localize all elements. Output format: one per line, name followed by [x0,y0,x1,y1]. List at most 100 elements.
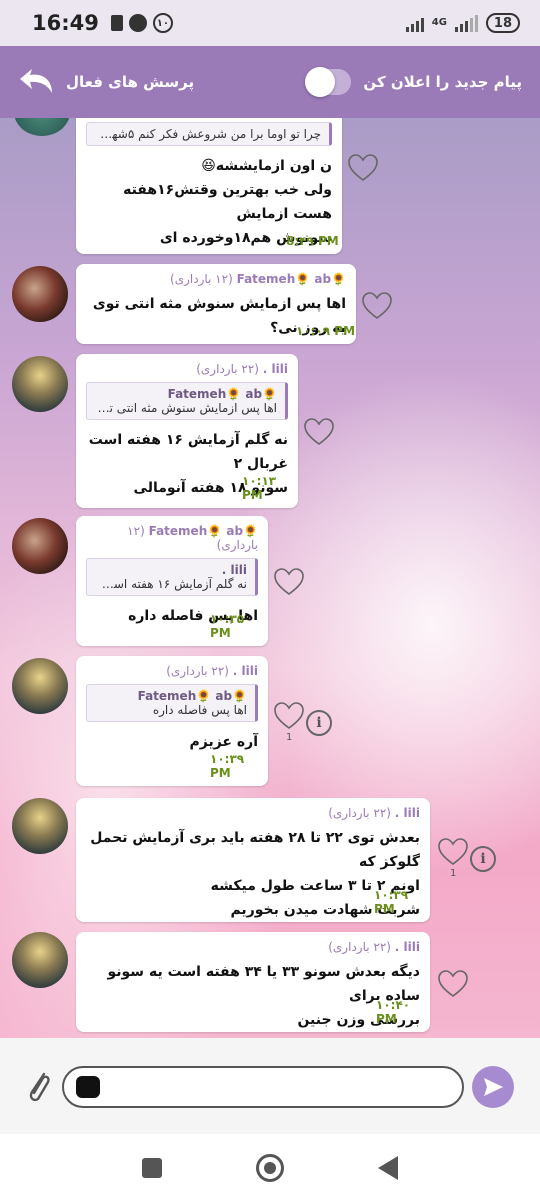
status-icons: ۱۰ [110,13,173,33]
toggle-knob [305,67,336,97]
message-time: ۱۰:۰۹ PM [296,324,356,338]
reply-name: lili . [221,563,247,577]
info-icon[interactable]: i [470,846,496,872]
sender-name: lili . [232,664,258,678]
reply-text: چرا تو اوما برا من شروعش فکر کنم ۵شهریور… [95,127,321,141]
message-bubble[interactable]: lili . (۲۲ بارداری) 🌻Fatemeh🌻 ab اها پس … [76,656,268,786]
active-questions-label[interactable]: پرسش های فعال [66,73,194,91]
sender-label[interactable]: lili . (۲۲ بارداری) [86,362,288,376]
notify-label: پیام جدید را اعلان کن [363,73,522,91]
message-time: ۱۰:۳۹ PM [210,752,245,780]
message-text: آره عزیزم [86,730,259,754]
reply-text: نه گلم آزمایش ۱۶ هفته است غربا... [95,577,247,591]
sender-meta: (۲۲ بارداری) [328,806,391,820]
message-bubble[interactable]: 🌻Fatemeh🌻 ab (۱۲ بارداری) اها پس ازمایش … [76,264,356,344]
reply-preview[interactable]: 🌻Fatemeh🌻 ab اها پس فاصله داره [86,684,258,722]
message-bubble[interactable]: lili . (۲۲ بارداری) بعدش توی ۲۲ تا ۲۸ هف… [76,798,430,922]
heart-icon[interactable] [438,970,468,998]
reply-preview[interactable]: lili . نه گلم آزمایش ۱۶ هفته است غربا... [86,558,258,596]
message-time: ۱۰:۴۰ PM [376,998,411,1026]
signal-icon [405,14,424,32]
status-bar: 16:49 ۱۰ 4G 18 [0,0,540,46]
reply-preview[interactable]: 🌻Fatemeh🌻 ab اها پس ازمایش سنوش مثه انتی… [86,382,288,420]
sender-label[interactable]: lili . (۲۲ بارداری) [86,664,258,678]
recents-button[interactable] [142,1158,162,1178]
sender-name: 🌻Fatemeh🌻 ab [148,524,258,538]
sender-label[interactable]: 🌻Fatemeh🌻 ab (۱۲ بارداری) [86,272,346,286]
avatar[interactable] [12,266,68,322]
sticker-icon[interactable] [76,1076,100,1098]
reply-text: اها پس ازمایش سنوش مثه انتی توی ی... [95,401,277,415]
heart-icon[interactable] [438,838,468,866]
avatar[interactable] [12,798,68,854]
avatar[interactable] [12,518,68,574]
notification-badge-icon: ۱۰ [152,13,173,33]
heart-icon[interactable] [274,568,304,596]
heart-icon[interactable] [274,702,304,730]
avatar[interactable] [14,118,70,136]
chat-header: پرسش های فعال پیام جدید را اعلان کن [0,46,540,118]
network-type: 4G [431,17,447,28]
message-time: ۱۰:۳۵ PM [210,612,245,640]
reply-name: 🌻Fatemeh🌻 ab [167,387,277,401]
message-line: ولی خب بهترین وقتش۱۶هفته هست ازمایش [123,182,332,222]
message-bubble[interactable]: lili . (۲۲ بارداری) 🌻Fatemeh🌻 ab اها پس … [76,354,298,508]
message-text: دیگه بعدش سونو ۳۳ یا ۳۴ هفته است یه سونو… [86,960,421,1032]
message-line: اونم ۲ تا ۳ ساعت طول میکشه [210,878,420,894]
message-line: ن اون ازمایششه😆 [201,158,332,174]
send-icon [484,1078,503,1096]
composer [0,1038,540,1134]
heart-icon[interactable] [362,292,392,320]
like-count: 1 [286,732,293,743]
back-arrow-icon[interactable] [18,67,58,97]
message-bubble[interactable]: 🌻Fatemeh🌻 ab (۱۲ بارداری) lili . نه گلم … [76,516,268,646]
info-icon[interactable]: i [306,710,332,736]
message-line: بعدش توی ۲۲ تا ۲۸ هفته باید بری آزمایش ت… [90,830,420,870]
heart-icon[interactable] [348,154,378,182]
back-button[interactable] [378,1156,398,1180]
send-button[interactable] [472,1066,514,1108]
sender-name: lili . [394,806,420,820]
status-time: 16:49 [32,11,99,35]
reply-preview[interactable]: چرا تو اوما برا من شروعش فکر کنم ۵شهریور… [86,122,332,146]
sender-meta: (۱۲ بارداری) [170,272,233,286]
sender-name: 🌻Fatemeh🌻 ab [236,272,346,286]
sender-label[interactable]: lili . (۲۲ بارداری) [86,806,420,820]
sender-name: lili . [262,362,288,376]
status-right: 4G 18 [405,13,520,33]
message-line: شربت شهادت میدن بخوریم [230,902,420,918]
mute-icon [128,14,147,32]
reply-text: اها پس فاصله داره [152,703,247,717]
battery-icon: 18 [485,13,520,33]
sender-label[interactable]: 🌻Fatemeh🌻 ab (۱۲ بارداری) [86,524,258,552]
message-time: ۱۰:۳۹ PM [374,888,409,916]
message-bubble[interactable]: lili . (۲۲ بارداری) دیگه بعدش سونو ۳۳ یا… [76,932,430,1032]
message-bubble[interactable]: چرا تو اوما برا من شروعش فکر کنم ۵شهریور… [76,118,342,254]
message-line: نه گلم آزمایش ۱۶ هفته است غربال ۲ [88,432,288,472]
avatar[interactable] [12,932,68,988]
chat-area[interactable]: چرا تو اوما برا من شروعش فکر کنم ۵شهریور… [0,118,540,1038]
message-text: بعدش توی ۲۲ تا ۲۸ هفته باید بری آزمایش ت… [86,826,420,922]
signal-2-icon [454,14,478,32]
message-line: آره عزیزم [189,734,259,750]
message-time: 8:۴۹ PM [286,234,339,248]
avatar[interactable] [12,658,68,714]
sender-name: lili . [394,940,420,954]
sender-meta: (۲۲ بارداری) [196,362,259,376]
avatar[interactable] [12,356,68,412]
heart-icon[interactable] [304,418,334,446]
system-nav-bar [0,1134,540,1200]
sender-meta: (۲۲ بارداری) [328,940,391,954]
notify-toggle[interactable] [305,67,352,97]
paperclip-icon[interactable] [24,1066,54,1106]
message-line: دیگه بعدش سونو ۳۳ یا ۳۴ هفته است یه سونو… [107,964,421,1004]
message-line: بررسی وزن جنین [297,1012,420,1028]
sim-icon [110,15,123,31]
sender-meta: (۲۲ بارداری) [166,664,229,678]
message-input[interactable] [62,1066,464,1108]
like-count: 1 [450,868,457,879]
sender-label[interactable]: lili . (۲۲ بارداری) [86,940,420,954]
home-button[interactable] [256,1154,284,1182]
reply-name: 🌻Fatemeh🌻 ab [137,689,247,703]
message-time: ۱۰:۱۳ PM [242,474,277,502]
